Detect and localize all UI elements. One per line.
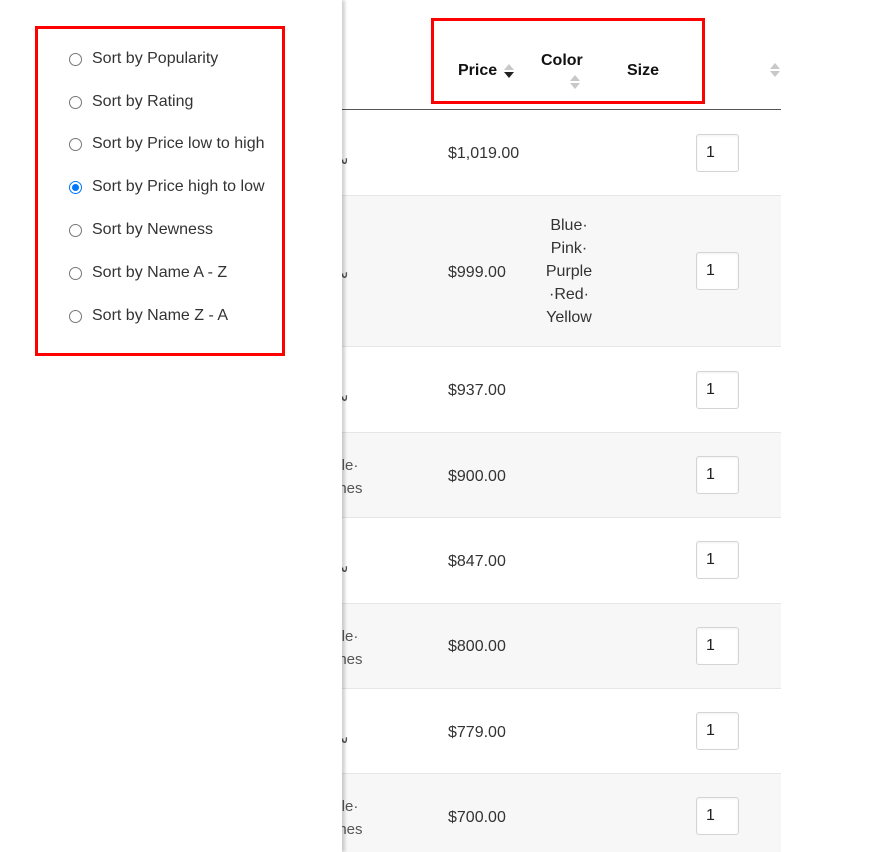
radio-button[interactable] bbox=[69, 266, 82, 280]
sort-options-panel: Sort by Popularity Sort by Rating Sort b… bbox=[0, 0, 342, 852]
sort-option-rating[interactable]: Sort by Rating bbox=[69, 91, 193, 113]
sort-option-label: Sort by Price high to low bbox=[92, 178, 265, 195]
radio-button[interactable] bbox=[69, 52, 82, 66]
product-name-fragment[interactable]: bile· ones bbox=[342, 454, 380, 500]
product-name-fragment[interactable]: س bbox=[342, 727, 348, 750]
size-column-header[interactable]: Size bbox=[627, 62, 659, 80]
product-name-fragment[interactable]: س bbox=[342, 385, 348, 408]
product-name-fragment[interactable]: bile· ones bbox=[342, 625, 380, 671]
sort-down-arrow-icon bbox=[770, 71, 780, 77]
sort-option-popularity[interactable]: Sort by Popularity bbox=[69, 48, 218, 70]
sort-option-newness[interactable]: Sort by Newness bbox=[69, 219, 213, 241]
quantity-input[interactable] bbox=[696, 371, 739, 409]
price-cell: $700.00 bbox=[448, 809, 506, 826]
price-header-label: Price bbox=[458, 62, 498, 79]
price-sort-desc-icon[interactable] bbox=[503, 63, 515, 79]
sort-option-label: Sort by Rating bbox=[92, 93, 194, 110]
quantity-input[interactable] bbox=[696, 712, 739, 750]
quantity-input[interactable] bbox=[696, 627, 739, 665]
product-name-fragment[interactable]: س bbox=[342, 262, 348, 285]
sort-option-price-asc[interactable]: Sort by Price low to high bbox=[69, 133, 265, 155]
price-cell: $1,019.00 bbox=[448, 145, 520, 162]
quantity-sort-icon[interactable] bbox=[769, 62, 780, 78]
price-cell: $779.00 bbox=[448, 724, 506, 741]
sort-down-arrow-icon bbox=[570, 83, 580, 89]
price-cell: $999.00 bbox=[448, 264, 506, 281]
price-cell: $937.00 bbox=[448, 382, 506, 399]
table-row: bile· ones $800.00 bbox=[342, 604, 781, 689]
product-name-fragment[interactable]: bile· ones bbox=[342, 795, 380, 841]
table-row: س $999.00 Blue· Pink· Purple ·Red· Yello… bbox=[342, 196, 781, 347]
table-row: bile· ones $700.00 bbox=[342, 774, 781, 852]
color-header-label: Color bbox=[541, 52, 583, 69]
price-cell: $847.00 bbox=[448, 553, 506, 570]
sort-option-label: Sort by Name Z - A bbox=[92, 307, 229, 324]
sort-option-label: Sort by Price low to high bbox=[92, 135, 265, 152]
size-header-label: Size bbox=[627, 62, 660, 79]
sort-option-label: Sort by Popularity bbox=[92, 50, 219, 67]
quantity-input[interactable] bbox=[696, 134, 739, 172]
sort-down-arrow-icon bbox=[504, 72, 515, 78]
radio-button[interactable] bbox=[69, 137, 82, 151]
sort-up-arrow-icon bbox=[504, 64, 515, 70]
radio-button-selected[interactable] bbox=[69, 180, 82, 194]
table-row: س $847.00 bbox=[342, 518, 781, 604]
quantity-input[interactable] bbox=[696, 456, 739, 494]
table-row: س $937.00 bbox=[342, 347, 781, 433]
sort-option-label: Sort by Name A - Z bbox=[92, 264, 228, 281]
sort-up-arrow-icon bbox=[570, 75, 580, 81]
sort-up-arrow-icon bbox=[770, 63, 780, 69]
table-row: bile· ones $900.00 bbox=[342, 433, 781, 518]
quantity-input[interactable] bbox=[696, 252, 739, 290]
sort-option-name-asc[interactable]: Sort by Name A - Z bbox=[69, 262, 227, 284]
price-column-header[interactable]: Price bbox=[458, 62, 515, 80]
quantity-input[interactable] bbox=[696, 797, 739, 835]
table-header: Price Color Size bbox=[342, 32, 781, 110]
radio-button[interactable] bbox=[69, 223, 82, 237]
product-name-fragment[interactable]: س bbox=[342, 556, 348, 579]
table-row: س $779.00 bbox=[342, 689, 781, 774]
color-column-header[interactable]: Color bbox=[541, 52, 583, 70]
quantity-input[interactable] bbox=[696, 541, 739, 579]
color-cell: Blue· Pink· Purple ·Red· Yellow bbox=[545, 217, 593, 326]
radio-button[interactable] bbox=[69, 309, 82, 323]
sort-option-name-desc[interactable]: Sort by Name Z - A bbox=[69, 305, 228, 327]
product-table: Price Color Size س $1,019.00 س $999.00 bbox=[342, 32, 781, 852]
price-cell: $800.00 bbox=[448, 638, 506, 655]
price-cell: $900.00 bbox=[448, 468, 506, 485]
table-row: س $1,019.00 bbox=[342, 110, 781, 196]
color-sort-icon[interactable] bbox=[569, 74, 580, 90]
sort-option-price-desc[interactable]: Sort by Price high to low bbox=[69, 176, 265, 198]
sort-option-label: Sort by Newness bbox=[92, 221, 213, 238]
radio-button[interactable] bbox=[69, 95, 82, 109]
product-name-fragment[interactable]: س bbox=[342, 148, 348, 171]
